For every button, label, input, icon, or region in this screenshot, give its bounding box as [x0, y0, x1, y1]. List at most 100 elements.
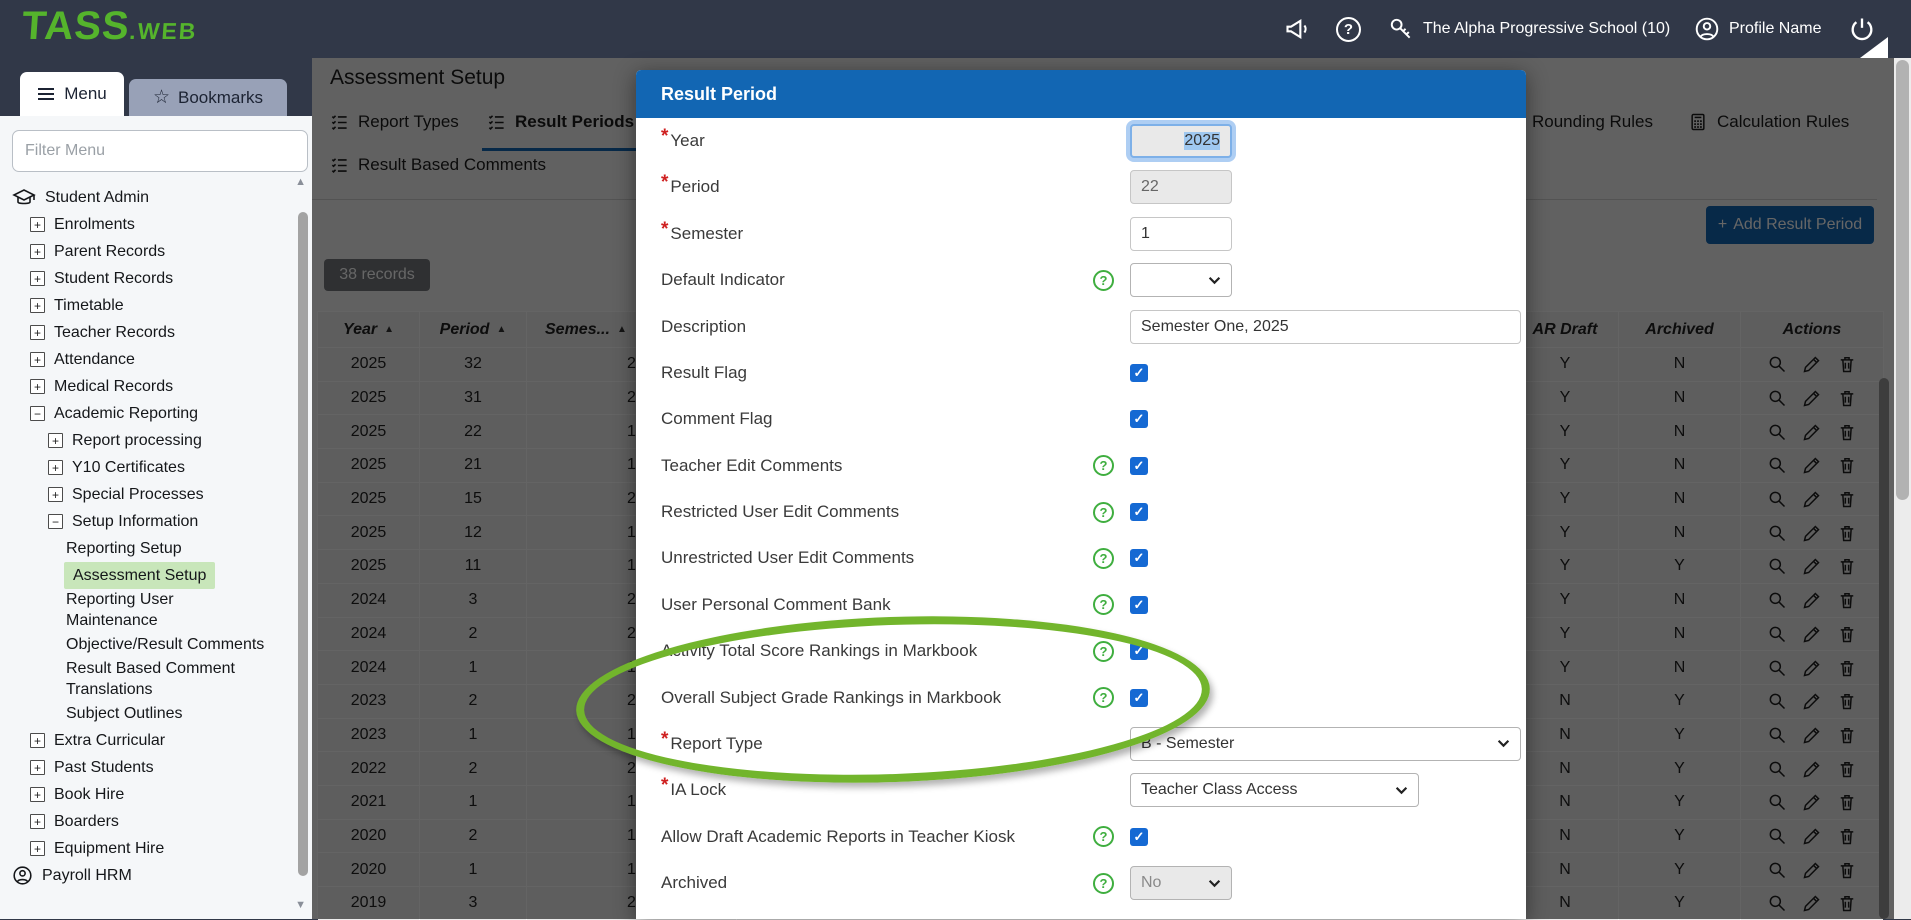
expand-icon[interactable]: +: [30, 760, 45, 775]
ia-lock-select[interactable]: Teacher Class Access: [1130, 773, 1419, 807]
expand-icon[interactable]: +: [30, 325, 45, 340]
field-label: Comment Flag: [661, 409, 772, 429]
expand-icon[interactable]: +: [30, 814, 45, 829]
collapse-icon[interactable]: −: [30, 406, 45, 421]
announcements-button[interactable]: [1284, 0, 1312, 58]
sidebar-item-past-students[interactable]: +Past Students: [0, 754, 288, 781]
field-label: Restricted User Edit Comments: [661, 502, 899, 522]
period-input[interactable]: 22: [1130, 170, 1232, 204]
required-asterisk: *: [661, 775, 668, 797]
modal-body: *Year2025*Period22*Semester1Default Indi…: [636, 118, 1526, 919]
sidebar: Student Admin+Enrolments+Parent Records+…: [0, 116, 312, 919]
help-icon[interactable]: ?: [1093, 455, 1114, 476]
help-icon[interactable]: ?: [1093, 826, 1114, 847]
sidebar-item-label: Book Hire: [54, 784, 124, 805]
field-row-year: *Year2025: [661, 118, 1501, 164]
sidebar-item-y10-certificates[interactable]: + Y10 Certificates: [0, 454, 288, 481]
collapse-icon[interactable]: −: [48, 514, 63, 529]
field-label: Teacher Edit Comments: [661, 456, 842, 476]
help-icon[interactable]: ?: [1093, 548, 1114, 569]
expand-icon[interactable]: +: [30, 217, 45, 232]
restricted-user-edit-comments-checkbox[interactable]: ✓: [1130, 503, 1148, 521]
sidebar-item-book-hire[interactable]: + Book Hire: [0, 781, 288, 808]
sidebar-item-parent-records[interactable]: +Parent Records: [0, 238, 288, 265]
sidebar-item-academic-reporting[interactable]: −Academic Reporting: [0, 400, 288, 427]
expand-icon[interactable]: +: [30, 733, 45, 748]
description-input[interactable]: Semester One, 2025: [1130, 310, 1521, 344]
expand-icon[interactable]: +: [48, 433, 63, 448]
result-flag-checkbox[interactable]: ✓: [1130, 364, 1148, 382]
user-personal-comment-bank-checkbox[interactable]: ✓: [1130, 596, 1148, 614]
semester-input[interactable]: 1: [1130, 217, 1232, 251]
scroll-down-icon[interactable]: ▼: [295, 899, 306, 911]
sidebar-item-reporting-user-maintenance[interactable]: Reporting User Maintenance: [0, 589, 288, 631]
sidebar-item-equipment-hire[interactable]: +Equipment Hire: [0, 835, 288, 862]
sidebar-item-medical-records[interactable]: +Medical Records: [0, 373, 288, 400]
sidebar-item-student-records[interactable]: +Student Records: [0, 265, 288, 292]
sidebar-item-assessment-setup[interactable]: Assessment Setup: [0, 562, 288, 589]
allow-draft-academic-reports-in-teacher-kiosk-checkbox[interactable]: ✓: [1130, 828, 1148, 846]
sidebar-item-enrolments[interactable]: +Enrolments: [0, 211, 288, 238]
sidebar-item-reporting-setup[interactable]: Reporting Setup: [0, 535, 288, 562]
sidebar-item-subject-outlines[interactable]: Subject Outlines: [0, 700, 288, 727]
sidebar-item-report-processing[interactable]: +Report processing: [0, 427, 288, 454]
expand-icon[interactable]: +: [30, 352, 45, 367]
expand-icon[interactable]: +: [30, 379, 45, 394]
sidebar-item-label: Extra Curricular: [54, 730, 165, 751]
expand-icon[interactable]: +: [30, 244, 45, 259]
school-switcher[interactable]: The Alpha Progressive School (10): [1388, 0, 1670, 58]
sidebar-item-objective-result-comments[interactable]: Objective/Result Comments: [0, 631, 288, 658]
sidebar-item-special-processes[interactable]: +Special Processes: [0, 481, 288, 508]
sidebar-item-teacher-records[interactable]: +Teacher Records: [0, 319, 288, 346]
comment-flag-checkbox[interactable]: ✓: [1130, 410, 1148, 428]
scroll-up-icon[interactable]: ▲: [295, 176, 306, 188]
profile-menu[interactable]: Profile Name: [1694, 0, 1821, 58]
expand-icon[interactable]: +: [48, 460, 63, 475]
sidebar-item-setup-information[interactable]: −Setup Information: [0, 508, 288, 535]
expand-icon[interactable]: +: [30, 271, 45, 286]
field-label: Year: [670, 131, 704, 151]
profile-icon: [1694, 16, 1720, 42]
field-label: Default Indicator: [661, 270, 785, 290]
sidebar-scrollbar-thumb[interactable]: [298, 212, 308, 876]
megaphone-icon: [1284, 15, 1312, 43]
tab-menu[interactable]: Menu: [20, 72, 124, 116]
sidebar-item-timetable[interactable]: +Timetable: [0, 292, 288, 319]
field-label: User Personal Comment Bank: [661, 595, 891, 615]
required-asterisk: *: [661, 172, 668, 194]
help-icon[interactable]: ?: [1093, 873, 1114, 894]
sidebar-item-attendance[interactable]: +Attendance: [0, 346, 288, 373]
teacher-edit-comments-checkbox[interactable]: ✓: [1130, 457, 1148, 475]
field-label: Description: [661, 317, 746, 337]
default-indicator-select[interactable]: [1130, 263, 1232, 297]
sidebar-item-extra-curricular[interactable]: + Extra Curricular: [0, 727, 288, 754]
field-row-description: DescriptionSemester One, 2025: [661, 304, 1501, 350]
expand-icon[interactable]: +: [30, 298, 45, 313]
field-row-period: *Period22: [661, 164, 1501, 210]
help-icon[interactable]: ?: [1093, 270, 1114, 291]
report-type-select[interactable]: B - Semester: [1130, 727, 1521, 761]
sidebar-item-boarders[interactable]: +Boarders: [0, 808, 288, 835]
sidebar-item-student-admin[interactable]: Student Admin: [0, 184, 288, 211]
field-row-teacher-edit-comments: Teacher Edit Comments? ✓: [661, 443, 1501, 489]
expand-icon[interactable]: +: [30, 787, 45, 802]
help-button[interactable]: ?: [1336, 0, 1361, 58]
sidebar-item-label: Student Admin: [45, 187, 149, 208]
field-label: Semester: [670, 224, 743, 244]
help-icon[interactable]: ?: [1093, 502, 1114, 523]
sidebar-item-label: Assessment Setup: [64, 562, 215, 589]
archived-select[interactable]: No: [1130, 866, 1232, 900]
sidebar-item-payroll-hrm[interactable]: Payroll HRM: [0, 862, 288, 889]
unrestricted-user-edit-comments-checkbox[interactable]: ✓: [1130, 549, 1148, 567]
window-scrollbar-thumb[interactable]: [1896, 60, 1909, 500]
expand-icon[interactable]: +: [48, 487, 63, 502]
expand-icon[interactable]: +: [30, 841, 45, 856]
year-input[interactable]: 2025: [1130, 124, 1232, 158]
tab-bookmarks[interactable]: ☆ Bookmarks: [129, 79, 287, 116]
help-icon[interactable]: ?: [1093, 594, 1114, 615]
sidebar-item-label: Y10 Certificates: [72, 457, 185, 478]
window-scrollbar[interactable]: [1894, 58, 1911, 919]
filter-menu-input[interactable]: [12, 130, 308, 172]
field-label: Unrestricted User Edit Comments: [661, 548, 914, 568]
sidebar-item-result-based-comment-translations[interactable]: Result Based Comment Translations: [0, 658, 288, 700]
